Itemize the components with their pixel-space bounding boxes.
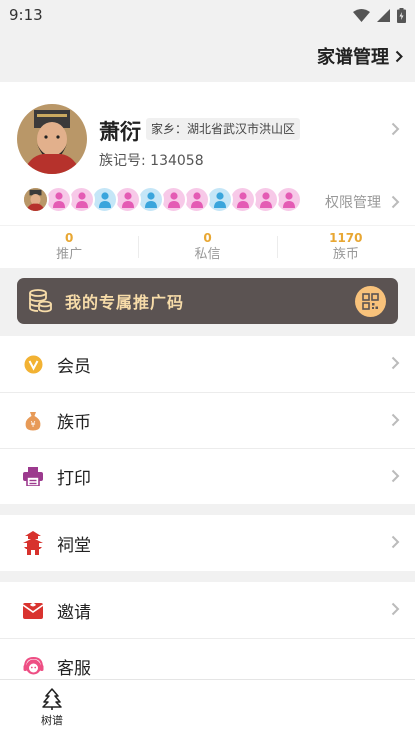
promo-code-banner[interactable]: 我的专属推广码 [17,278,398,324]
member-avatar-portrait [22,186,49,213]
profile-name: 萧衍 [99,120,141,144]
menu-item-label: 祠堂 [57,535,91,556]
nav-tree-label: 树谱 [41,714,63,727]
wifi-icon [353,8,370,22]
stat-value: 1170 [329,231,363,245]
member-avatar-placeholder [252,186,279,213]
chevron-right-icon [391,413,400,427]
menu-item-label: 客服 [57,659,91,679]
qr-code-button[interactable] [355,286,386,317]
stat-label: 私信 [194,247,221,262]
stat-value: 0 [64,231,74,245]
battery-icon [397,7,406,23]
tree-icon [42,688,62,710]
member-avatar-placeholder [114,186,141,213]
menu-item-label: 会员 [57,356,91,377]
menu-group-social: 邀请 客服 [0,582,415,694]
avatar[interactable] [17,104,87,174]
envelope-icon [22,599,44,621]
stat-label: 推广 [56,247,83,262]
menu-item-print[interactable]: 打印 [0,448,415,504]
menu-group-account: 会员 ¥ 族币 打印 [0,336,415,504]
hometown-badge: 家乡：湖北省武汉市洪山区 [146,118,301,140]
menu-item-label: 邀请 [57,602,91,623]
family-tree-management-label: 家谱管理 [317,47,389,68]
member-avatar-placeholder [160,186,187,213]
member-avatar-placeholder [45,186,72,213]
permission-management-link[interactable]: 权限管理 [325,192,400,212]
menu-item-label: 打印 [57,469,91,489]
member-avatar-placeholder [206,186,233,213]
printer-icon [22,466,44,488]
money-bag-icon: ¥ [22,410,44,432]
bottom-navigation: 树谱 [0,679,415,737]
stat-label: 族币 [332,247,359,262]
member-avatar-placeholder [137,186,164,213]
member-avatar-placeholder [183,186,210,213]
family-tree-management-link[interactable]: 家谱管理 [317,43,403,69]
stat-promotion[interactable]: 0 推广 [0,226,138,269]
qr-code-icon [362,293,379,310]
chevron-right-icon [391,535,400,549]
menu-item-vip[interactable]: 会员 [0,336,415,392]
stat-value: 0 [203,231,212,245]
menu-item-label: 族币 [57,413,91,433]
top-header: 家谱管理 [0,30,415,82]
permission-management-label: 权限管理 [325,195,381,211]
pagoda-icon [22,531,44,555]
stat-clan-coins[interactable]: 1170 族币 [276,226,415,269]
status-bar: 9:13 [0,0,415,30]
member-avatar-placeholder [68,186,95,213]
chevron-right-icon [391,195,400,209]
stat-messages[interactable]: 0 私信 [138,226,276,269]
menu-item-clan-coins[interactable]: ¥ 族币 [0,392,415,448]
svg-text:¥: ¥ [30,420,35,429]
chevron-right-icon [391,469,400,483]
chevron-right-icon [391,602,400,616]
menu-item-invite[interactable]: 邀请 [0,582,415,638]
promo-code-label: 我的专属推广码 [65,293,185,312]
nav-tree-tab[interactable]: 树谱 [34,688,70,728]
chevron-right-icon [391,356,400,370]
status-time: 9:13 [9,6,43,24]
vip-icon [22,353,44,375]
coins-icon [29,289,52,313]
member-avatar-placeholder [275,186,302,213]
status-icons [353,7,406,23]
clan-id: 族记号: 134058 [99,153,204,169]
chevron-right-icon[interactable] [391,122,400,136]
stats-bar: 0 推广 0 私信 1170 族币 [0,225,415,269]
menu-group-hall: 祠堂 [0,515,415,571]
chevron-right-icon [395,50,403,62]
family-member-avatars[interactable] [22,186,302,213]
profile-card: 萧衍 家乡：湖北省武汉市洪山区 族记号: 134058 权限管理 0 推广 0 … [0,82,415,268]
menu-item-ancestral-hall[interactable]: 祠堂 [0,515,415,571]
member-avatar-placeholder [229,186,256,213]
member-avatar-placeholder [91,186,118,213]
headset-icon [22,656,44,678]
signal-icon [377,8,390,22]
